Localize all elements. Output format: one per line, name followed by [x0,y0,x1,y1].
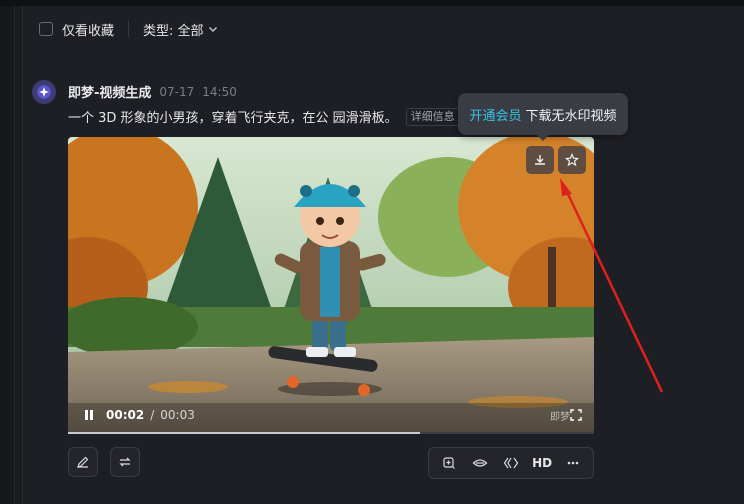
time-separator: / [150,408,155,422]
left-sidebar [0,6,15,504]
watermark: 即梦 [550,412,570,423]
favorites-only-label[interactable]: 仅看收藏 [62,20,114,39]
duration: 00:03 [160,408,195,422]
filter-toolbar: 仅看收藏 类型: 全部 [39,16,219,42]
jimeng-logo-icon [32,80,56,104]
video-progress-fill [68,432,421,434]
detail-info-button[interactable]: 详细信息 [405,107,460,126]
pause-button[interactable] [82,408,96,422]
lip-sync-icon [472,459,488,467]
hd-label: HD [532,456,553,470]
video-progress-bar[interactable] [68,432,594,434]
more-button[interactable] [560,450,586,476]
edit-button[interactable] [68,447,98,477]
extend-video-icon [442,457,455,469]
generation-header: 即梦-视频生成 07-17 14:50 [68,82,237,102]
download-tooltip: 开通会员 下载无水印视频 [458,93,628,135]
video-player[interactable]: 00:02 / 00:03 即梦 [68,137,594,433]
prompt-text: 一个 3D 形象的小男孩，穿着飞行夹克，在公 园滑滑板。 [68,111,398,126]
type-filter-label: 类型: 全部 [143,23,204,39]
toolbar-divider [128,21,130,37]
extend-video-button[interactable] [436,450,462,476]
download-button[interactable] [526,146,554,174]
tooltip-tail [537,135,549,141]
pause-icon [85,410,93,420]
generation-date: 07-17 [159,84,195,99]
hd-button[interactable]: HD [529,450,555,476]
video-actions-group: HD [428,447,594,479]
fullscreen-icon[interactable] [570,409,582,421]
vip-upgrade-link[interactable]: 开通会员 [469,105,521,124]
lip-sync-button[interactable] [467,450,493,476]
prompt-text-row: 一个 3D 形象的小男孩，穿着飞行夹克，在公 园滑滑板。 详细信息 [68,107,460,126]
star-icon [565,153,579,167]
author-name: 即梦-视频生成 [68,86,152,101]
type-filter-dropdown[interactable]: 类型: 全部 [143,20,219,39]
download-icon [535,155,545,165]
favorite-button[interactable] [558,146,586,174]
favorites-only-checkbox[interactable] [39,22,53,36]
edit-icon [77,456,89,468]
remix-icon [503,457,519,469]
regenerate-icon [119,457,131,467]
remix-button[interactable] [498,450,524,476]
more-icon [568,461,579,465]
current-time: 00:02 [106,408,145,422]
video-frame [68,137,594,433]
chevron-down-icon [208,27,217,32]
generation-time: 14:50 [202,84,237,99]
tooltip-text: 下载无水印视频 [525,108,617,124]
regenerate-button[interactable] [110,447,140,477]
video-controls: 00:02 / 00:03 [68,405,594,425]
